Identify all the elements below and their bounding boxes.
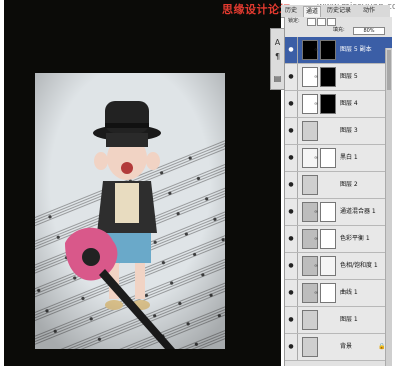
photoshop-window: 思缘设计论坛 www.missyuan.com 历史 通道 历史记录 动作 A … — [0, 0, 395, 366]
eye-icon[interactable]: ● — [287, 235, 295, 243]
layer-name: 背景 — [340, 343, 353, 350]
eye-icon[interactable]: ● — [287, 46, 295, 54]
layer-row[interactable]: ● 背景 🔒 — [285, 334, 392, 361]
eye-icon[interactable]: ● — [287, 343, 295, 351]
visibility-cell[interactable]: ● — [285, 118, 298, 144]
link-icon[interactable]: ∞ — [314, 47, 319, 54]
scrollbar-thumb[interactable] — [387, 50, 391, 90]
layer-name: 图层 2 — [340, 181, 358, 188]
eye-icon[interactable]: ● — [287, 289, 295, 297]
layer-row[interactable]: ● 图层 1 — [285, 307, 392, 334]
lock-row: 锁定: — [285, 17, 392, 26]
visibility-cell[interactable]: ● — [285, 199, 298, 225]
layer-mask-thumbnail — [320, 148, 336, 168]
visibility-cell[interactable]: ● — [285, 307, 298, 333]
eye-icon[interactable]: ● — [287, 154, 295, 162]
layer-row[interactable]: ● ∞ 黑白 1 — [285, 145, 392, 172]
layer-name: 通道混合器 1 — [340, 208, 376, 215]
layer-row[interactable]: ● ∞ 通道混合器 1 — [285, 199, 392, 226]
layer-name: 图层 5 — [340, 73, 358, 80]
link-icon[interactable]: ∞ — [314, 74, 319, 81]
link-icon[interactable]: ∞ — [314, 263, 319, 270]
layer-name: 曲线 1 — [340, 289, 358, 296]
eye-icon[interactable]: ● — [287, 262, 295, 270]
lock-label: 锁定: — [288, 18, 300, 24]
visibility-cell[interactable]: ● — [285, 145, 298, 171]
visibility-cell[interactable]: ● — [285, 280, 298, 306]
layer-row[interactable]: ● 图层 3 — [285, 118, 392, 145]
layer-thumbnail — [302, 175, 318, 195]
visibility-cell[interactable]: ● — [285, 37, 298, 63]
visibility-cell[interactable]: ● — [285, 334, 298, 360]
layer-thumbnail — [302, 121, 318, 141]
layer-row[interactable]: ● ∞ 图层 5 — [285, 64, 392, 91]
layers-scrollbar[interactable] — [385, 48, 392, 366]
link-icon[interactable]: ∞ — [314, 236, 319, 243]
character-icon[interactable]: A — [272, 37, 283, 48]
link-icon[interactable]: ∞ — [314, 155, 319, 162]
eye-icon[interactable]: ● — [287, 73, 295, 81]
layer-row[interactable]: ● ∞ 图层 5 副本 — [285, 37, 392, 64]
visibility-cell[interactable]: ● — [285, 172, 298, 198]
layer-name: 图层 5 副本 — [340, 46, 372, 53]
visibility-cell[interactable]: ● — [285, 226, 298, 252]
link-icon[interactable]: ∞ — [314, 290, 319, 297]
layer-row[interactable]: ● ∞ 图层 4 — [285, 91, 392, 118]
fill-row: 填充: 80% — [285, 26, 392, 35]
layer-mask-thumbnail — [320, 256, 336, 276]
adjust-icon[interactable]: ▤ — [272, 73, 283, 84]
eye-icon[interactable]: ● — [287, 181, 295, 189]
lock-image-icon[interactable] — [317, 18, 326, 26]
layer-thumbnail — [302, 337, 318, 357]
layer-name: 色彩平衡 1 — [340, 235, 370, 242]
tool-column: A ¶ ▤ — [270, 28, 285, 90]
visibility-cell[interactable]: ● — [285, 91, 298, 117]
layer-mask-thumbnail — [320, 229, 336, 249]
layer-row[interactable]: ● ∞ 色相/饱和度 1 — [285, 253, 392, 280]
layers-list: ● ∞ 图层 5 副本 ● ∞ 图层 5 ● ∞ 图层 4 ● 图层 3 ● ∞ 黑白 1 ● 图层 2 ● ∞ 通… — [285, 37, 392, 364]
lock-transparent-icon[interactable] — [307, 18, 316, 26]
eye-icon[interactable]: ● — [287, 127, 295, 135]
eye-icon[interactable]: ● — [287, 208, 295, 216]
layer-mask-thumbnail — [320, 283, 336, 303]
tab-history[interactable]: 历史记录 — [325, 6, 353, 16]
layer-mask-thumbnail — [320, 67, 336, 87]
paragraph-icon[interactable]: ¶ — [272, 51, 283, 62]
visibility-cell[interactable]: ● — [285, 253, 298, 279]
layer-row[interactable]: ● ∞ 色彩平衡 1 — [285, 226, 392, 253]
eye-icon[interactable]: ● — [287, 100, 295, 108]
layer-row[interactable]: ● 图层 2 — [285, 172, 392, 199]
layers-panel: 锁定: 填充: 80% ● ∞ 图层 5 副本 ● ∞ 图层 5 ● ∞ 图层 4 ● 图层 3 ● ∞… — [284, 17, 392, 366]
layer-mask-thumbnail — [320, 40, 336, 60]
layer-name: 黑白 1 — [340, 154, 358, 161]
layer-name: 色相/饱和度 1 — [340, 262, 378, 269]
layer-name: 图层 3 — [340, 127, 358, 134]
photo-child-guitar — [35, 73, 225, 349]
layer-name: 图层 1 — [340, 316, 358, 323]
tab-history-1[interactable]: 历史 — [283, 6, 299, 16]
tab-channels[interactable]: 通道 — [303, 6, 322, 17]
layer-row[interactable]: ● ∞ 曲线 1 — [285, 280, 392, 307]
lock-position-icon[interactable] — [327, 18, 336, 26]
tab-actions[interactable]: 动作 — [361, 6, 377, 16]
link-icon[interactable]: ∞ — [314, 101, 319, 108]
layer-thumbnail — [302, 310, 318, 330]
document-canvas[interactable] — [4, 0, 281, 366]
layer-mask-thumbnail — [320, 94, 336, 114]
eye-icon[interactable]: ● — [287, 316, 295, 324]
visibility-cell[interactable]: ● — [285, 64, 298, 90]
link-icon[interactable]: ∞ — [314, 209, 319, 216]
layer-name: 图层 4 — [340, 100, 358, 107]
fill-label: 填充: — [333, 27, 345, 33]
fill-input[interactable]: 80% — [353, 27, 385, 35]
layer-mask-thumbnail — [320, 202, 336, 222]
